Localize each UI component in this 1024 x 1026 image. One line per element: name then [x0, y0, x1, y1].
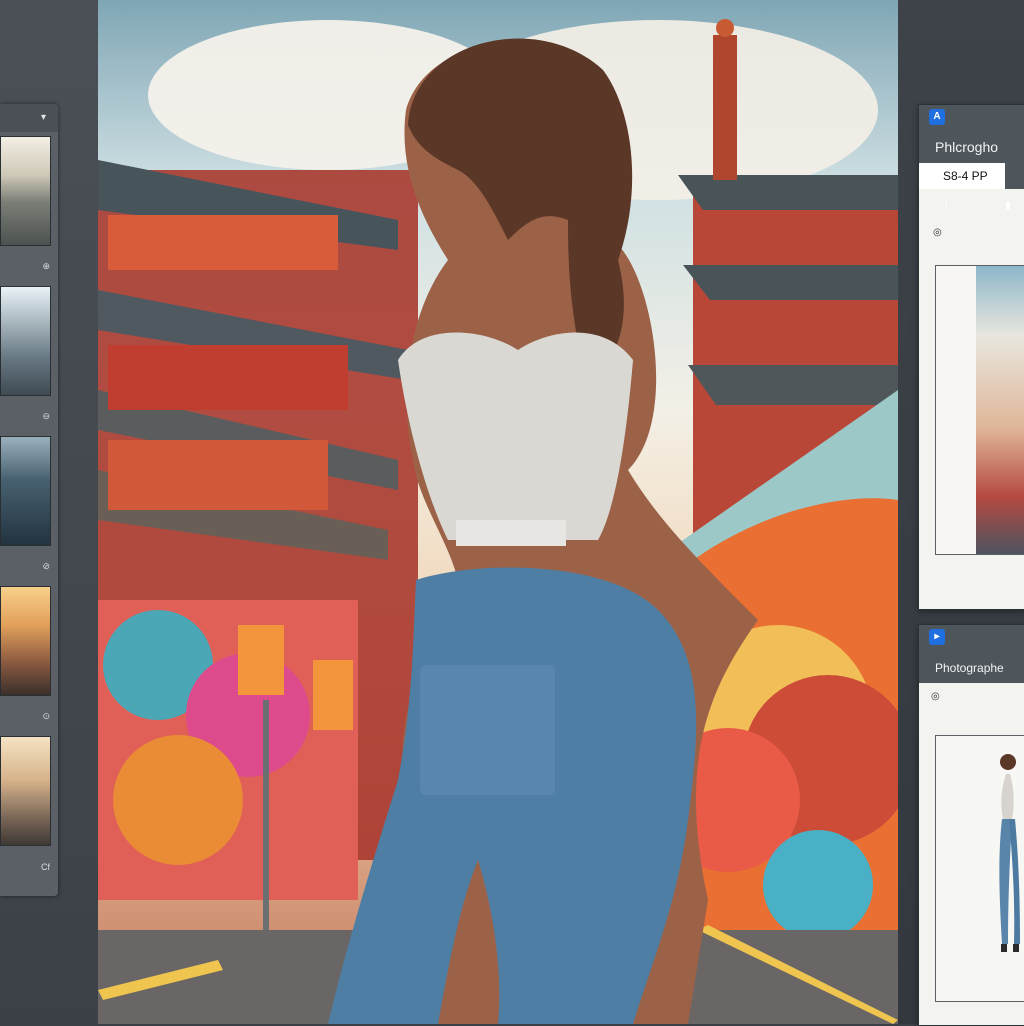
- document-frame: [935, 735, 1024, 1002]
- thumbnail-caption-icon: ⊘: [42, 561, 50, 571]
- thumbnail-item[interactable]: ⊙: [0, 582, 58, 732]
- preview-tool-icon[interactable]: ◎: [933, 227, 943, 238]
- illustration-canvas: [98, 19, 898, 1024]
- preview-frame: [935, 265, 1024, 555]
- thumbnail-image[interactable]: [0, 136, 51, 246]
- value-field[interactable]: S8-4 PP: [919, 163, 1005, 189]
- main-canvas[interactable]: [98, 0, 898, 1024]
- thumbnail-item[interactable]: ⊘: [0, 432, 58, 582]
- thumbnail-item[interactable]: ⊕: [0, 132, 58, 282]
- thumbnail-strip-header: ▾: [0, 104, 58, 132]
- thumbnail-caption-icon: Cf: [41, 862, 50, 872]
- panel-header: A Phlcrogho S8-4 PP i ▮: [919, 105, 1024, 211]
- app-badge[interactable]: ▸: [929, 629, 945, 645]
- thumbnail-image[interactable]: [0, 286, 51, 396]
- thumbnail-strip[interactable]: ▾ ⊕ ⊖ ⊘ ⊙ Cf: [0, 104, 58, 896]
- thumbnail-caption-icon: ⊙: [42, 711, 50, 721]
- app-badge[interactable]: A: [929, 109, 945, 125]
- panel-header: ▸ Photographe: [919, 625, 1024, 683]
- thumbnail-image[interactable]: [0, 736, 51, 846]
- photo-panel-bottom[interactable]: ▸ Photographe ◎: [918, 624, 1024, 1026]
- panel-title: Phlcrogho: [935, 139, 999, 155]
- thumbnail-caption-icon: ⊖: [42, 411, 50, 421]
- preview-image: [976, 266, 1024, 554]
- thumbnail-item[interactable]: Cf: [0, 732, 58, 882]
- thumbnail-caption-icon: ⊕: [42, 261, 50, 271]
- chevron-down-icon[interactable]: ▾: [41, 112, 46, 123]
- panel-title: Photographe: [935, 661, 1004, 675]
- thumbnail-image[interactable]: [0, 586, 51, 696]
- flag-icon[interactable]: ▮: [999, 197, 1017, 215]
- thumbnail-item[interactable]: ⊖: [0, 282, 58, 432]
- figure-illustration: [999, 754, 1020, 952]
- photo-panel-top[interactable]: A Phlcrogho S8-4 PP i ▮ ◎: [918, 104, 1024, 610]
- camera-icon[interactable]: ◎: [931, 691, 941, 702]
- info-icon[interactable]: i: [937, 197, 955, 215]
- thumbnail-image[interactable]: [0, 436, 51, 546]
